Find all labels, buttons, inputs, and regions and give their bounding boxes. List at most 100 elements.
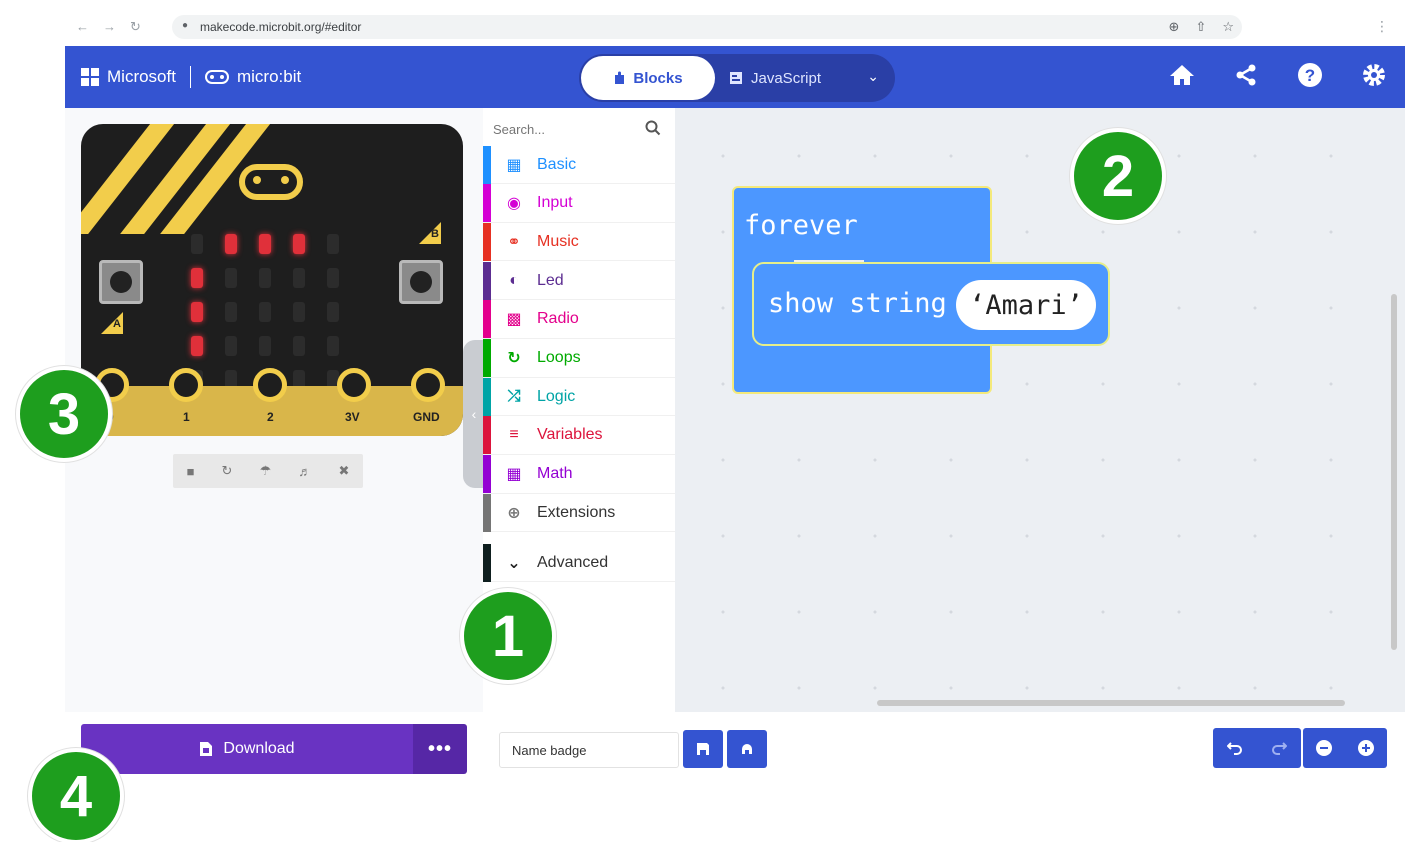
save-button[interactable] <box>683 730 723 768</box>
address-bar[interactable]: ● makecode.microbit.org/#editor ⊕ ⇧ ☆ <box>172 15 1242 39</box>
settings-icon[interactable] <box>1359 60 1389 90</box>
show-string-block[interactable]: show string ‘Amari’ <box>752 262 1110 346</box>
toolbox-category-led[interactable]: ◐ Led <box>483 261 675 301</box>
pin-label: GND <box>413 410 440 424</box>
category-label: Advanced <box>537 553 609 571</box>
app-header: Microsoft micro:bit Blocks JavaScript ⌄ … <box>65 46 1405 108</box>
home-icon[interactable] <box>1167 60 1197 90</box>
toolbox-category-logic[interactable]: ⤮ Logic <box>483 377 675 417</box>
toolbox-category-loops[interactable]: ↻ Loops <box>483 339 675 378</box>
category-color-bar <box>483 493 491 532</box>
toolbox-category-basic[interactable]: ▦ Basic <box>483 145 675 184</box>
help-icon[interactable]: ? <box>1295 60 1325 90</box>
led <box>225 268 237 288</box>
pin-gnd[interactable] <box>411 368 445 402</box>
forward-icon[interactable]: → <box>103 19 116 35</box>
plus-circle-icon: ⊕ <box>507 504 521 522</box>
pin-2[interactable] <box>253 368 287 402</box>
github-button[interactable] <box>727 730 767 768</box>
fullscreen-icon[interactable]: ✖ <box>338 463 349 479</box>
grid-icon: ▦ <box>506 156 522 174</box>
category-color-bar <box>483 416 491 455</box>
simulator-toolbar: ■ ↻ ☂ ♬ ✖ <box>173 454 363 488</box>
download-label: Download <box>223 740 295 757</box>
debug-icon[interactable]: ☂ <box>260 463 272 479</box>
shuffle-icon: ⤮ <box>507 387 521 405</box>
chevron-down-icon[interactable]: ⌄ <box>867 68 879 85</box>
header-actions: ? <box>1167 60 1389 90</box>
github-icon <box>742 744 752 754</box>
undo-redo-group <box>1213 728 1301 768</box>
led <box>191 268 203 288</box>
led <box>259 268 271 288</box>
search-input[interactable] <box>493 118 643 140</box>
project-name-input[interactable] <box>499 732 679 768</box>
lock-icon: ● <box>182 20 189 31</box>
button-a-label: A <box>101 312 123 334</box>
browser-menu-icon[interactable]: ⋮ <box>1375 18 1389 35</box>
mute-icon[interactable]: ♬ <box>298 464 311 479</box>
led <box>293 336 305 356</box>
led <box>225 336 237 356</box>
bookmark-star-icon[interactable]: ☆ <box>1222 19 1234 35</box>
share-icon[interactable] <box>1231 60 1261 90</box>
button-b-label: B <box>419 222 441 244</box>
zoom-in-button[interactable] <box>1345 728 1387 768</box>
category-color-bar <box>483 261 491 300</box>
redo-button[interactable] <box>1257 728 1301 768</box>
toolbox-category-variables[interactable]: ≡ Variables <box>483 416 675 455</box>
simulator-panel: A B 0 1 2 3V GND ■ ↻ ☂ ♬ ✖ <box>65 108 483 712</box>
search-icon[interactable] <box>645 120 661 136</box>
share-page-icon[interactable]: ⇧ <box>1195 19 1206 35</box>
back-icon[interactable]: ← <box>76 19 89 35</box>
touch-logo[interactable] <box>239 164 303 200</box>
bottom-bar: Download ••• <box>65 712 1405 842</box>
tab-blocks[interactable]: Blocks <box>581 56 715 100</box>
led <box>191 302 203 322</box>
download-status-icon[interactable]: ⊕ <box>1169 19 1180 35</box>
zoom-out-button[interactable] <box>1303 728 1345 768</box>
tab-javascript-label: JavaScript <box>751 69 822 87</box>
more-options-button[interactable]: ••• <box>413 724 467 774</box>
pin-1[interactable] <box>169 368 203 402</box>
led <box>293 234 305 254</box>
reload-icon[interactable]: ↻ <box>130 19 141 35</box>
led <box>327 302 339 322</box>
led <box>327 268 339 288</box>
toolbox-category-music[interactable]: ⚭ Music <box>483 222 675 262</box>
show-string-label: show string <box>768 288 947 319</box>
stop-icon[interactable]: ■ <box>187 464 195 479</box>
editor-toggle: Blocks JavaScript ⌄ <box>579 54 895 102</box>
category-label: Input <box>537 194 573 212</box>
category-label: Loops <box>537 349 581 366</box>
led <box>225 302 237 322</box>
category-color-bar <box>483 222 491 261</box>
tab-javascript[interactable]: JavaScript <box>729 56 839 100</box>
download-file-icon <box>200 742 213 756</box>
button-a[interactable] <box>99 260 143 304</box>
restart-icon[interactable]: ↻ <box>222 463 233 479</box>
brand[interactable]: Microsoft micro:bit <box>81 66 301 88</box>
callout-badge-2: 2 <box>1070 128 1166 224</box>
lines-icon: ≡ <box>509 426 519 444</box>
button-b[interactable] <box>399 260 443 304</box>
toolbox-category-math[interactable]: ▦ Math <box>483 455 675 494</box>
category-color-bar <box>483 543 491 582</box>
download-button[interactable]: Download <box>81 724 413 774</box>
toolbox-category-advanced[interactable]: ⌄ Advanced <box>483 543 675 582</box>
led <box>293 302 305 322</box>
toolbox-category-extensions[interactable]: ⊕ Extensions <box>483 493 675 533</box>
toolbox-category-radio[interactable]: ▩ Radio <box>483 300 675 339</box>
category-label: Music <box>537 232 579 250</box>
horizontal-scrollbar[interactable] <box>877 700 1345 706</box>
page: { "browser": { "url": "makecode.microbit… <box>0 0 1405 842</box>
pin-3v[interactable] <box>337 368 371 402</box>
svg-text:?: ? <box>1305 66 1315 85</box>
string-input[interactable]: ‘Amari’ <box>956 280 1096 330</box>
vertical-scrollbar[interactable] <box>1391 294 1397 650</box>
toolbox-category-input[interactable]: ◉ Input <box>483 184 675 223</box>
collapse-simulator-handle[interactable]: ‹ <box>463 340 485 488</box>
undo-button[interactable] <box>1213 728 1257 768</box>
tab-blocks-label: Blocks <box>633 69 683 87</box>
forever-label: forever <box>744 210 858 241</box>
